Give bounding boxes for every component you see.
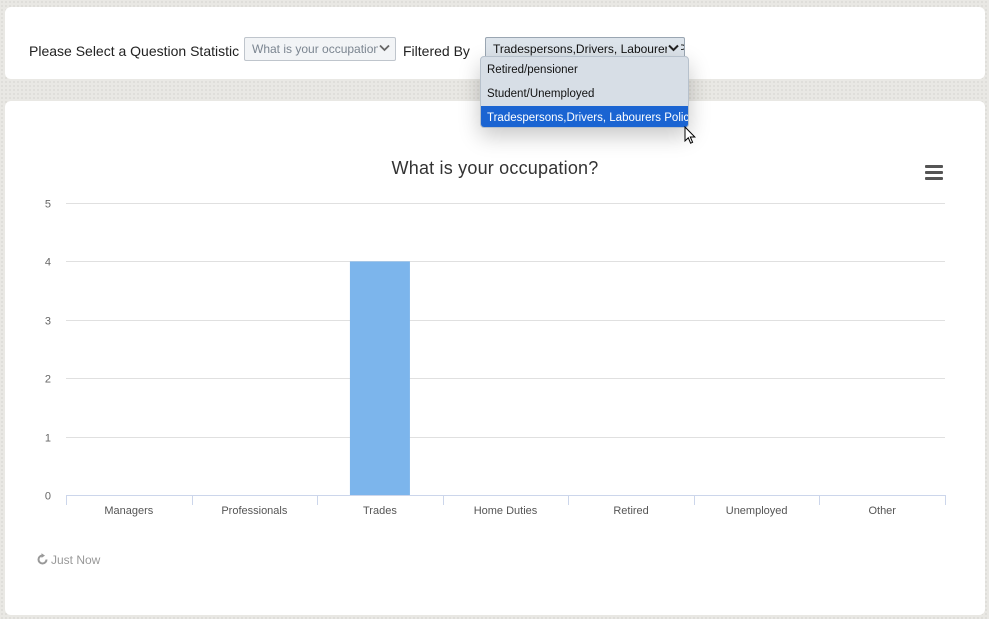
question-select-value: What is your occupation? xyxy=(252,42,387,56)
chevron-down-icon xyxy=(378,39,392,59)
filter-select-value: Tradespersons,Drivers, Labourers Police xyxy=(493,42,684,56)
y-tick-label: 3 xyxy=(45,316,51,328)
mouse-pointer-icon xyxy=(684,125,696,150)
bar-chart: 0 1 2 3 4 5 Managers Professionals Trades Home Du… xyxy=(45,199,946,517)
y-tick-label: 2 xyxy=(45,374,51,386)
x-tick-label: Other xyxy=(868,505,896,517)
y-tick-label: 5 xyxy=(45,199,51,211)
last-updated-text: Just Now xyxy=(51,553,101,567)
filter-label: Filtered By xyxy=(403,43,470,59)
question-select[interactable]: What is your occupation? xyxy=(244,37,396,61)
question-label: Please Select a Question Statistic xyxy=(29,43,240,59)
dropdown-option-selected[interactable]: Tradespersons,Drivers, Labourers Police xyxy=(481,106,688,127)
chart-panel: What is your occupation? 0 1 2 3 4 5 Managers P… xyxy=(5,101,985,615)
x-tick-label: Home Duties xyxy=(474,505,538,517)
dropdown-option[interactable]: Retired/pensioner xyxy=(481,58,688,82)
x-tick-label: Retired xyxy=(613,505,648,517)
x-tick-label: Managers xyxy=(104,505,153,517)
x-tick-label: Unemployed xyxy=(726,505,788,517)
bar-trades[interactable] xyxy=(349,261,410,495)
last-updated: Just Now xyxy=(36,553,100,569)
dropdown-option[interactable]: Student/Unemployed xyxy=(481,82,688,106)
x-tick-label: Trades xyxy=(363,505,397,517)
y-tick-label: 1 xyxy=(45,433,51,445)
refresh-icon[interactable] xyxy=(36,553,49,569)
filter-dropdown-list[interactable]: Retired/pensioner Student/Unemployed Tra… xyxy=(480,56,689,128)
x-tick-label: Professionals xyxy=(221,505,288,517)
y-tick-label: 4 xyxy=(45,257,51,269)
y-tick-label: 0 xyxy=(45,491,51,503)
